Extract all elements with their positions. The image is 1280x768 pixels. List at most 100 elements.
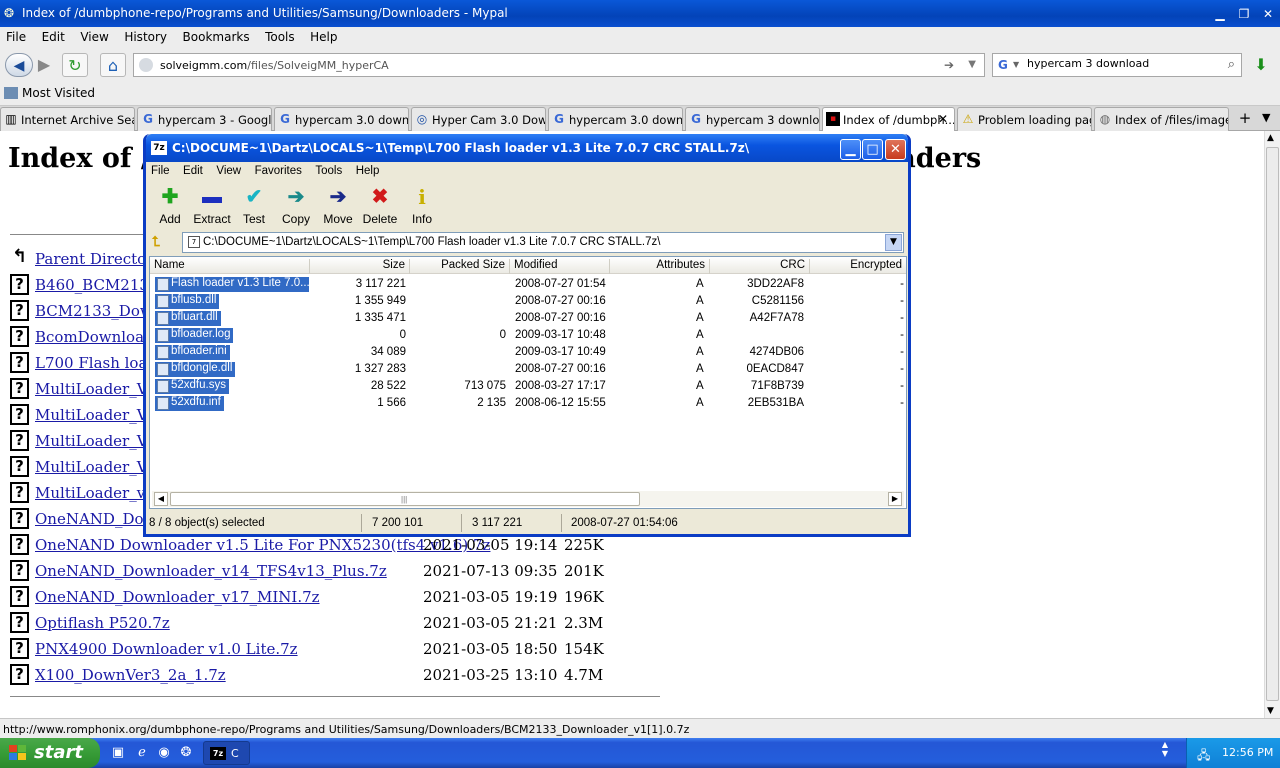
sevenzip-menu-file[interactable]: File: [146, 162, 175, 180]
column-name[interactable]: Name: [150, 259, 310, 274]
menu-file[interactable]: File: [0, 28, 32, 46]
menu-history[interactable]: History: [118, 28, 173, 46]
menu-tools[interactable]: Tools: [259, 28, 301, 46]
file-link[interactable]: OneNAND_Downloader_v14_TFS4v13_Plus.7z: [35, 562, 387, 580]
column-attributes[interactable]: Attributes: [610, 259, 710, 274]
file-link[interactable]: OneNAND_Downloader_v17_MINI.7z: [35, 588, 320, 606]
start-button[interactable]: start: [0, 738, 100, 768]
search-icon[interactable]: ⌕: [1228, 57, 1235, 72]
scroll-left-arrow-icon[interactable]: ◀: [154, 492, 168, 506]
move-button[interactable]: ➔ Move: [317, 186, 359, 226]
sevenzip-file-list[interactable]: Name Size Packed Size Modified Attribute…: [149, 256, 907, 509]
column-packed-size[interactable]: Packed Size: [410, 259, 510, 274]
network-icon[interactable]: 🖧: [1197, 746, 1210, 767]
tab-problem-loading[interactable]: ⚠ Problem loading page: [957, 107, 1092, 131]
sevenzip-menu-favorites[interactable]: Favorites: [250, 162, 307, 180]
menu-edit[interactable]: Edit: [36, 28, 71, 46]
column-crc[interactable]: CRC: [710, 259, 810, 274]
tab-index-files-images[interactable]: ◍ Index of /files/images/: [1094, 107, 1229, 131]
url-dropdown-icon[interactable]: ▼: [968, 59, 976, 70]
forward-button[interactable]: ▶: [33, 53, 55, 77]
new-tab-button[interactable]: +: [1234, 109, 1256, 129]
search-input[interactable]: [1027, 57, 1217, 70]
sevenzip-close-button[interactable]: ✕: [885, 139, 906, 160]
url-bar[interactable]: solveigmm.com/files/SolveigMM_hyperCA ➔ …: [133, 53, 985, 77]
sevenzip-menu-edit[interactable]: Edit: [178, 162, 208, 180]
scroll-thumb[interactable]: |||: [170, 492, 640, 506]
site-identity-icon[interactable]: [139, 58, 153, 72]
table-row[interactable]: Flash loader v1.3 Lite 7.0... 3 117 221 …: [150, 276, 906, 293]
most-visited-bookmark[interactable]: Most Visited: [4, 86, 95, 100]
page-vertical-scrollbar[interactable]: ▲ ▼: [1264, 131, 1280, 718]
close-tab-icon[interactable]: ✕: [938, 112, 948, 126]
table-row[interactable]: bflusb.dll 1 355 949 2008-07-27 00:16 A …: [150, 293, 906, 310]
file-link[interactable]: PNX4900 Downloader v1.0 Lite.7z: [35, 640, 298, 658]
tab-hypercam-google-3[interactable]: G hypercam 3.0 downlo...: [548, 107, 683, 131]
path-dropdown-icon[interactable]: ▼: [885, 234, 902, 251]
table-row[interactable]: bfloader.log 0 0 2009-03-17 10:48 A -: [150, 327, 906, 344]
file-link[interactable]: BCM2133_Dow: [35, 302, 153, 320]
menu-view[interactable]: View: [74, 28, 114, 46]
scroll-right-arrow-icon[interactable]: ▶: [888, 492, 902, 506]
media-player-icon[interactable]: ◉: [156, 745, 172, 761]
engine-dropdown-icon[interactable]: ▼: [1013, 60, 1019, 69]
extract-button[interactable]: ▬ Extract: [191, 186, 233, 226]
internet-explorer-icon[interactable]: ℯ: [134, 745, 150, 761]
taskbar-item-sevenzip[interactable]: 7z C: [203, 741, 250, 765]
column-encrypted[interactable]: Encrypted: [810, 259, 906, 274]
table-row[interactable]: bfloader.ini 34 089 2009-03-17 10:49 A 4…: [150, 344, 906, 361]
all-tabs-icon[interactable]: ▼: [1262, 111, 1270, 124]
delete-button[interactable]: ✖ Delete: [359, 186, 401, 226]
test-button[interactable]: ✔ Test: [233, 186, 275, 226]
column-size[interactable]: Size: [310, 259, 410, 274]
tab-index-dumbphone[interactable]: ▪ Index of /dumbph... ✕: [822, 107, 955, 132]
table-row[interactable]: bfldongle.dll 1 327 283 2008-07-27 00:16…: [150, 361, 906, 378]
sevenzip-title-bar[interactable]: 7z C:\DOCUME~1\Dartz\LOCALS~1\Temp\L700 …: [146, 134, 908, 162]
info-button[interactable]: i Info: [401, 186, 443, 226]
file-link[interactable]: B460_BCM2133: [35, 276, 158, 294]
download-icon[interactable]: ⬇: [1250, 55, 1272, 75]
go-arrow-icon[interactable]: ➔: [944, 58, 954, 72]
google-icon: G: [554, 112, 564, 126]
table-row[interactable]: bfluart.dll 1 335 471 2008-07-27 00:16 A…: [150, 310, 906, 327]
restore-button[interactable]: ❐: [1234, 5, 1254, 23]
file-link[interactable]: X100_DownVer3_2a_1.7z: [35, 666, 226, 684]
home-button[interactable]: ⌂: [100, 53, 126, 77]
sevenzip-minimize-button[interactable]: ▁: [840, 139, 861, 160]
add-button[interactable]: ✚ Add: [149, 186, 191, 226]
column-modified[interactable]: Modified: [510, 259, 610, 274]
minus-icon: ▬: [202, 186, 222, 208]
sevenzip-menu-tools[interactable]: Tools: [310, 162, 347, 180]
minimize-button[interactable]: ▁: [1210, 5, 1230, 23]
table-row[interactable]: 52xdfu.inf 1 566 2 135 2008-06-12 15:55 …: [150, 395, 906, 412]
browser-quicklaunch-icon[interactable]: ❂: [178, 745, 194, 761]
tab-hypercam-google-1[interactable]: G hypercam 3 - Google ...: [137, 107, 272, 131]
file-list-horizontal-scrollbar[interactable]: ◀ ||| ▶: [152, 491, 904, 507]
menu-help[interactable]: Help: [304, 28, 343, 46]
sevenzip-menu-help[interactable]: Help: [351, 162, 385, 180]
file-link[interactable]: Optiflash P520.7z: [35, 614, 170, 632]
sevenzip-maximize-button[interactable]: □: [862, 139, 883, 160]
close-button[interactable]: ✕: [1258, 5, 1278, 23]
reload-button[interactable]: ↻: [62, 53, 88, 77]
scroll-down-arrow-icon[interactable]: ▼: [1267, 706, 1274, 716]
sevenzip-menu-view[interactable]: View: [211, 162, 246, 180]
google-search-engine-icon[interactable]: G: [998, 58, 1008, 72]
copy-button[interactable]: ➔ Copy: [275, 186, 317, 226]
show-desktop-icon[interactable]: ▣: [110, 745, 126, 761]
tab-internet-archive[interactable]: ▥ Internet Archive Sear...: [0, 107, 135, 131]
tab-hypercam-google-2[interactable]: G hypercam 3.0 downlo...: [274, 107, 409, 131]
url-text[interactable]: solveigmm.com/files/SolveigMM_hyperCA: [160, 59, 389, 72]
taskbar-scroll-arrows[interactable]: ▲ ▼: [1157, 740, 1173, 766]
search-bar[interactable]: G ▼ ⌕: [992, 53, 1242, 77]
path-combobox[interactable]: 7 C:\DOCUME~1\Dartz\LOCALS~1\Temp\L700 F…: [182, 232, 904, 253]
menu-bookmarks[interactable]: Bookmarks: [177, 28, 256, 46]
table-row[interactable]: 52xdfu.sys 28 522 713 075 2008-03-27 17:…: [150, 378, 906, 395]
scroll-thumb[interactable]: [1266, 147, 1279, 701]
tab-hypercam-google-4[interactable]: G hypercam 3 downloa...: [685, 107, 820, 131]
tab-hypercam-download-site[interactable]: ◎ Hyper Cam 3.0 Down...: [411, 107, 546, 131]
scroll-up-arrow-icon[interactable]: ▲: [1267, 133, 1274, 143]
folder-up-icon[interactable]: ⮤: [152, 234, 160, 250]
back-button[interactable]: ◀: [5, 53, 33, 77]
file-link[interactable]: OneNAND_Dow: [35, 510, 156, 528]
